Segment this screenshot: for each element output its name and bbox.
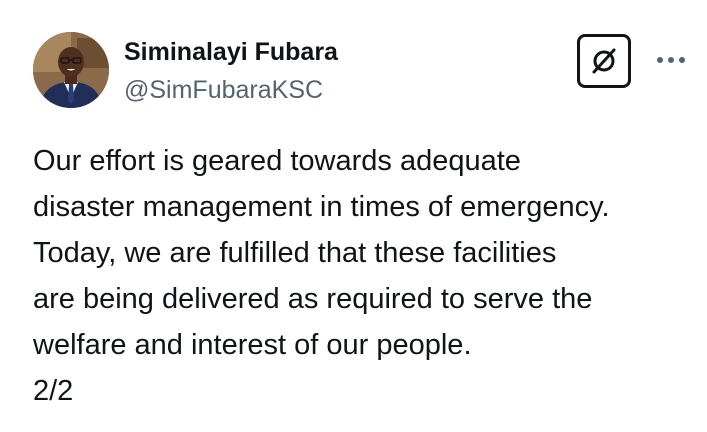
author-handle[interactable]: @SimFubaraKSC: [124, 74, 338, 106]
tweet-text: Our effort is geared towards adequate di…: [33, 145, 610, 407]
avatar[interactable]: [33, 32, 109, 108]
avatar-image: [33, 32, 109, 108]
author-display-name[interactable]: Siminalayi Fubara: [124, 36, 338, 68]
grok-icon: [592, 48, 616, 74]
tweet-card: Siminalayi Fubara @SimFubaraKSC Our effo…: [0, 0, 707, 432]
more-options-button[interactable]: [651, 48, 691, 72]
grok-button[interactable]: [577, 34, 631, 88]
author-info: Siminalayi Fubara @SimFubaraKSC: [124, 36, 338, 106]
more-horizontal-icon: [657, 57, 685, 63]
